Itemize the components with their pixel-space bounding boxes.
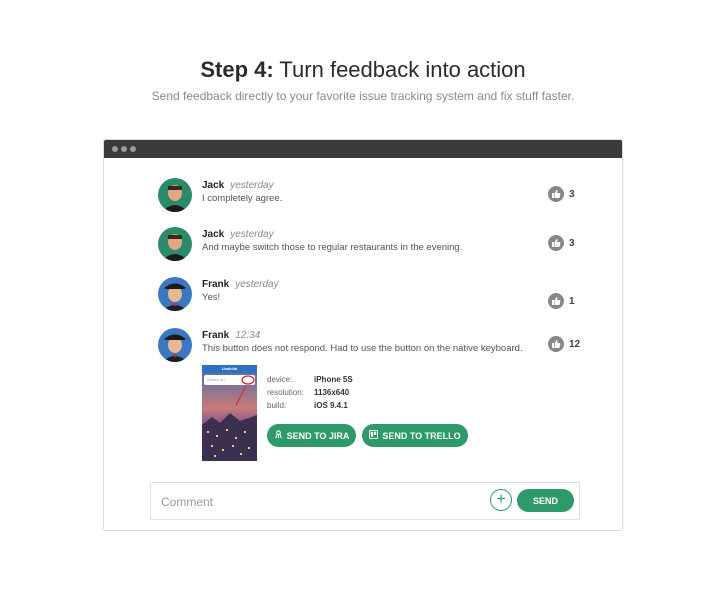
hero-title: Step 4: Turn feedback into action	[0, 57, 726, 83]
feedback-attachment: Usabilla Where to? device: iPhone 5S reso…	[202, 365, 472, 461]
send-button-label: SEND	[532, 495, 558, 506]
jack-avatar[interactable]	[158, 227, 192, 261]
like-count: 1	[569, 295, 575, 307]
comment-time: yesterday	[230, 180, 274, 191]
build-value: iOS 9.4.1	[314, 401, 348, 410]
jira-icon	[274, 430, 283, 441]
build-label: build:	[267, 401, 287, 410]
comment-meta: Jack yesterday	[202, 229, 274, 240]
comment-meta: Frank 12:34	[202, 330, 260, 341]
like-button[interactable]: 12	[548, 336, 580, 352]
like-button[interactable]: 3	[548, 235, 575, 251]
add-attachment-button[interactable]: +	[490, 489, 512, 511]
comment-author[interactable]: Jack	[202, 180, 224, 191]
window-dot-icon[interactable]	[112, 146, 118, 152]
like-count: 3	[569, 237, 575, 249]
hero-subtitle: Send feedback directly to your favorite …	[151, 89, 575, 103]
hero-title-step: Step 4:	[200, 57, 274, 82]
like-count: 3	[569, 188, 575, 200]
resolution-value: 1136x640	[314, 388, 350, 397]
comment-time: 12:34	[235, 330, 261, 341]
comment-input[interactable]	[159, 491, 483, 513]
window-dot-icon[interactable]	[130, 146, 136, 152]
device-value: iPhone 5S	[314, 375, 353, 384]
comment-time: yesterday	[230, 229, 274, 240]
comment-author[interactable]: Frank	[202, 330, 229, 341]
thumbs-up-icon	[548, 186, 564, 202]
comment-author[interactable]: Jack	[202, 229, 224, 240]
build-row: build: iOS 9.4.1	[267, 401, 353, 414]
frank-avatar[interactable]	[158, 328, 192, 362]
device-label: device:	[267, 375, 293, 384]
send-to-jira-button[interactable]: SEND TO JIRA	[267, 424, 356, 447]
like-button[interactable]: 1	[548, 293, 575, 309]
send-to-trello-label: SEND TO TRELLO	[382, 430, 461, 441]
resolution-label: resolution:	[267, 388, 304, 397]
trello-icon	[369, 430, 379, 441]
thumbs-up-icon	[548, 293, 564, 309]
app-window: Jack yesterday I completely agree. 3 Jack…	[103, 139, 623, 531]
send-to-trello-button[interactable]: SEND TO TRELLO	[362, 424, 468, 447]
comment-author[interactable]: Frank	[202, 279, 229, 290]
phone-screenshot[interactable]: Usabilla Where to?	[202, 365, 257, 461]
comment-composer: + SEND	[150, 482, 580, 520]
like-button[interactable]: 3	[548, 186, 575, 202]
comment-meta: Frank yesterday	[202, 279, 279, 290]
window-titlebar	[104, 140, 622, 158]
send-to-jira-label: SEND TO JIRA	[286, 430, 350, 441]
like-count: 12	[569, 338, 581, 350]
phone-app-name: Usabilla	[221, 366, 238, 371]
frank-avatar[interactable]	[158, 277, 192, 311]
phone-search-placeholder: Where to?	[207, 377, 226, 382]
window-dot-icon[interactable]	[121, 146, 127, 152]
thumbs-up-icon	[548, 235, 564, 251]
device-row: device: iPhone 5S	[267, 375, 353, 388]
comment-time: yesterday	[235, 279, 279, 290]
hero-title-text: Turn feedback into action	[279, 57, 526, 82]
comment-text: I completely agree.	[202, 193, 283, 204]
jack-avatar[interactable]	[158, 178, 192, 212]
send-button[interactable]: SEND	[517, 489, 574, 512]
resolution-row: resolution: 1136x640	[267, 388, 353, 401]
comment-text: And maybe switch those to regular restau…	[202, 242, 463, 253]
comment-text: Yes!	[202, 292, 221, 303]
thumbs-up-icon	[548, 336, 564, 352]
comment-text: This button does not respond. Had to use…	[202, 343, 523, 354]
device-info: device: iPhone 5S resolution: 1136x640 bui…	[267, 375, 353, 414]
comment-meta: Jack yesterday	[202, 180, 274, 191]
